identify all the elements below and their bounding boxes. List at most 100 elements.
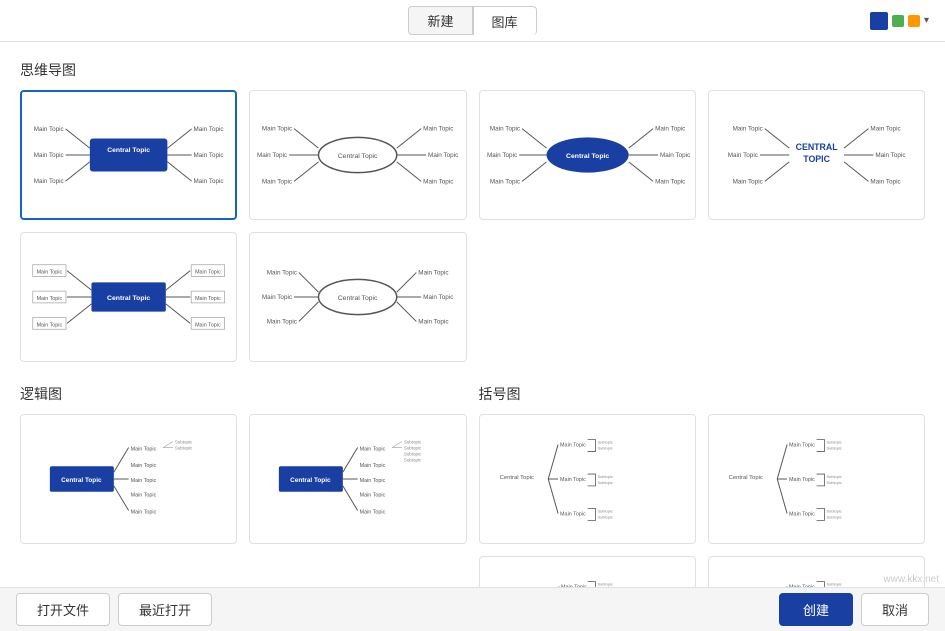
bracket-grid: Central Topic Main Topic Main Topic Main… [479,414,926,587]
svg-text:Subtopic: Subtopic [826,582,841,587]
svg-text:Main Topic: Main Topic [428,152,458,159]
svg-text:Main Topic: Main Topic [257,152,287,159]
svg-text:Subtopic: Subtopic [597,508,612,513]
template-card-br2[interactable]: Central Topic Main Topic Main Topic Main… [708,414,925,544]
svg-text:Main Topic: Main Topic [131,478,157,484]
new-tab[interactable]: 新建 [408,6,472,35]
svg-text:Main Topic: Main Topic [360,463,386,469]
template-card-lg2[interactable]: Central Topic Main Topic Main Topic Main… [249,414,466,544]
svg-text:Central Topic: Central Topic [499,475,533,481]
br2-svg: Central Topic Main Topic Main Topic Main… [709,415,924,543]
svg-text:Central Topic: Central Topic [107,295,150,302]
svg-text:Central Topic: Central Topic [338,153,378,160]
svg-text:Subtopic: Subtopic [826,440,841,445]
svg-text:Main Topic: Main Topic [360,493,386,499]
svg-text:Subtopic: Subtopic [404,440,422,445]
svg-text:Main Topic: Main Topic [267,269,297,276]
bottom-bar: 打开文件 最近打开 创建 取消 [0,587,945,631]
svg-text:Main Topic: Main Topic [870,178,900,185]
color-dropdown-arrow[interactable]: ▾ [924,15,929,26]
svg-text:Main Topic: Main Topic [194,126,224,133]
svg-text:Main Topic: Main Topic [560,443,586,449]
svg-text:Main Topic: Main Topic [423,294,453,301]
svg-text:Central Topic: Central Topic [728,475,762,481]
svg-text:Subtopic: Subtopic [597,474,612,479]
template-card-mm6[interactable]: Central Topic Main Topic Main Topic Main… [249,232,466,362]
svg-text:Subtopic: Subtopic [597,445,612,450]
svg-text:Main Topic: Main Topic [131,509,157,515]
svg-text:Main Topic: Main Topic [262,178,292,185]
svg-text:Main Topic: Main Topic [194,152,224,159]
svg-text:Subtopic: Subtopic [175,440,193,445]
svg-text:CENTRAL: CENTRAL [795,142,838,152]
template-card-mm4[interactable]: CENTRAL TOPIC Main Topic Main Topic Main… [708,90,925,220]
template-card-br3[interactable]: Central Topic Main Topic Main Topic Main… [479,556,696,587]
svg-text:Main Topic: Main Topic [195,296,221,302]
svg-text:Main Topic: Main Topic [789,511,815,517]
svg-text:Subtopic: Subtopic [597,514,612,519]
svg-text:Main Topic: Main Topic [655,126,685,133]
svg-text:Main Topic: Main Topic [37,270,63,276]
svg-text:Main Topic: Main Topic [195,270,221,276]
svg-text:Main Topic: Main Topic [267,318,297,325]
svg-text:Main Topic: Main Topic [360,509,386,515]
svg-text:Main Topic: Main Topic [419,318,449,325]
section-mindmap-title: 思维导图 [20,60,925,80]
template-card-mm5[interactable]: Central Topic Main Topic Main Topic Main… [20,232,237,362]
gallery-tab[interactable]: 图库 [473,6,537,35]
svg-text:Subtopic: Subtopic [826,474,841,479]
svg-text:Main Topic: Main Topic [131,446,157,452]
template-card-br1[interactable]: Central Topic Main Topic Main Topic Main… [479,414,696,544]
svg-text:Main Topic: Main Topic [37,322,63,328]
svg-text:Main Topic: Main Topic [732,178,762,185]
template-card-mm3[interactable]: Central Topic Main Topic Main Topic Main… [479,90,696,220]
svg-text:Subtopic: Subtopic [597,440,612,445]
template-card-mm1[interactable]: Central Topic Main Topic Main Topic Main… [20,90,237,220]
svg-text:Main Topic: Main Topic [870,126,900,133]
svg-text:Central Topic: Central Topic [61,477,102,484]
svg-text:Subtopic: Subtopic [175,445,193,450]
color-dot-green [892,15,904,27]
template-card-lg1[interactable]: Central Topic Main Topic Main Topic Main… [20,414,237,544]
svg-text:Main Topic: Main Topic [486,152,516,159]
svg-text:Subtopic: Subtopic [826,480,841,485]
lg2-svg: Central Topic Main Topic Main Topic Main… [250,415,465,543]
svg-text:TOPIC: TOPIC [803,154,830,164]
recent-open-button[interactable]: 最近打开 [118,593,212,626]
toolbar-tabs: 新建 图库 [408,6,536,35]
svg-text:Main Topic: Main Topic [360,478,386,484]
svg-text:Main Topic: Main Topic [262,126,292,133]
svg-text:Main Topic: Main Topic [727,152,757,159]
logic-grid: Central Topic Main Topic Main Topic Main… [20,414,467,544]
svg-text:Subtopic: Subtopic [826,508,841,513]
svg-text:Main Topic: Main Topic [262,294,292,301]
mm3-svg: Central Topic Main Topic Main Topic Main… [480,91,695,219]
template-card-mm2[interactable]: Central Topic Main Topic Main Topic Main… [249,90,466,220]
svg-text:Main Topic: Main Topic [34,126,64,133]
open-file-button[interactable]: 打开文件 [16,593,110,626]
svg-text:Main Topic: Main Topic [489,126,519,133]
mm4-svg: CENTRAL TOPIC Main Topic Main Topic Main… [709,91,924,219]
svg-text:Main Topic: Main Topic [423,178,453,185]
create-button[interactable]: 创建 [779,593,853,626]
main-content: 思维导图 Central Topic Main Topic Main Topic… [0,42,945,587]
svg-text:Main Topic: Main Topic [131,463,157,469]
section-bracket-title: 括号图 [479,384,926,404]
svg-text:Main Topic: Main Topic [131,493,157,499]
svg-text:Main Topic: Main Topic [732,126,762,133]
toolbar: 新建 图库 ▾ [0,0,945,42]
svg-text:Main Topic: Main Topic [655,178,685,185]
svg-text:Main Topic: Main Topic [194,178,224,185]
svg-text:Central Topic: Central Topic [338,295,378,302]
svg-text:Main Topic: Main Topic [660,152,690,159]
svg-text:Central Topic: Central Topic [290,477,331,484]
bottom-left-actions: 打开文件 最近打开 [16,593,212,626]
svg-text:Main Topic: Main Topic [34,152,64,159]
svg-text:Main Topic: Main Topic [789,477,815,483]
mindmap-grid: Central Topic Main Topic Main Topic Main… [20,90,925,362]
cancel-button[interactable]: 取消 [861,593,929,626]
svg-text:Main Topic: Main Topic [423,126,453,133]
color-dot-orange [908,15,920,27]
svg-text:Main Topic: Main Topic [195,322,221,328]
mm5-svg: Central Topic Main Topic Main Topic Main… [21,233,236,361]
